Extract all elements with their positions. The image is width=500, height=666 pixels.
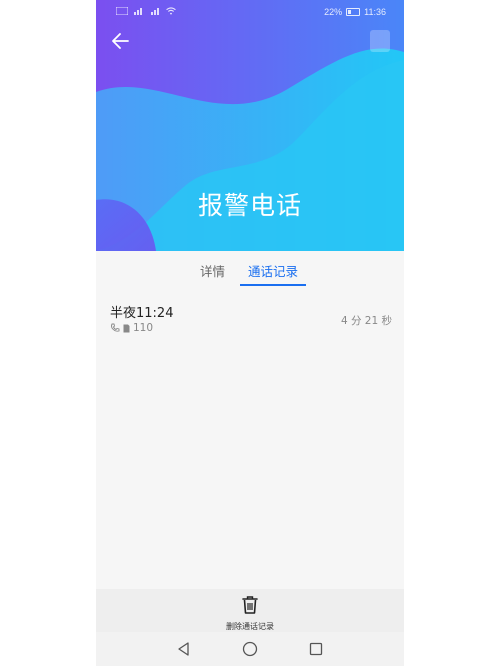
- tab-details[interactable]: 详情: [200, 262, 225, 286]
- active-tab-indicator: [240, 284, 306, 286]
- more-options-button[interactable]: [370, 30, 390, 52]
- nav-home-button[interactable]: [241, 640, 259, 658]
- status-icons-left: [116, 7, 177, 15]
- nav-back-button[interactable]: [175, 640, 193, 658]
- sim-card-icon: [123, 324, 130, 332]
- circle-home-icon: [242, 641, 258, 657]
- phone-call-icon: [111, 323, 120, 332]
- tab-bar: 详情 通话记录: [96, 262, 404, 288]
- call-time: 半夜11:24: [110, 306, 174, 321]
- call-log-item[interactable]: 半夜11:24 110 4 分 21 秒: [110, 302, 392, 342]
- status-icons-right: 22% 11:36: [324, 7, 386, 17]
- battery-percent: 22%: [324, 7, 343, 17]
- tab-call-log[interactable]: 通话记录: [248, 262, 298, 286]
- back-button[interactable]: [108, 28, 134, 54]
- phone-screen: 22% 11:36 报警电话 详情 通话记录 半夜11:24 110 4 分 2…: [96, 0, 404, 666]
- trash-icon: [242, 596, 258, 614]
- signal-icon: [151, 8, 159, 15]
- delete-call-log-button[interactable]: 删除通话记录: [200, 595, 300, 633]
- 4g-icon: [134, 8, 142, 15]
- contact-name: 报警电话: [197, 191, 302, 220]
- triangle-back-icon: [178, 642, 189, 656]
- system-navigation-bar: [96, 632, 404, 666]
- battery-icon: [346, 8, 361, 16]
- signal-icon: [116, 7, 128, 15]
- contact-header: 22% 11:36 报警电话: [96, 0, 404, 251]
- call-number: 110: [133, 322, 154, 334]
- status-bar: 22% 11:36: [96, 0, 404, 24]
- call-duration: 4 分 21 秒: [340, 315, 392, 327]
- square-recents-icon: [309, 642, 323, 656]
- delete-call-log-label: 删除通话记录: [226, 622, 274, 631]
- nav-recents-button[interactable]: [307, 640, 325, 658]
- call-details: 110: [110, 322, 153, 334]
- wifi-icon: [166, 7, 176, 15]
- back-arrow-icon: [112, 33, 129, 49]
- clock: 11:36: [364, 7, 386, 17]
- bottom-action-bar: 删除通话记录: [96, 589, 404, 635]
